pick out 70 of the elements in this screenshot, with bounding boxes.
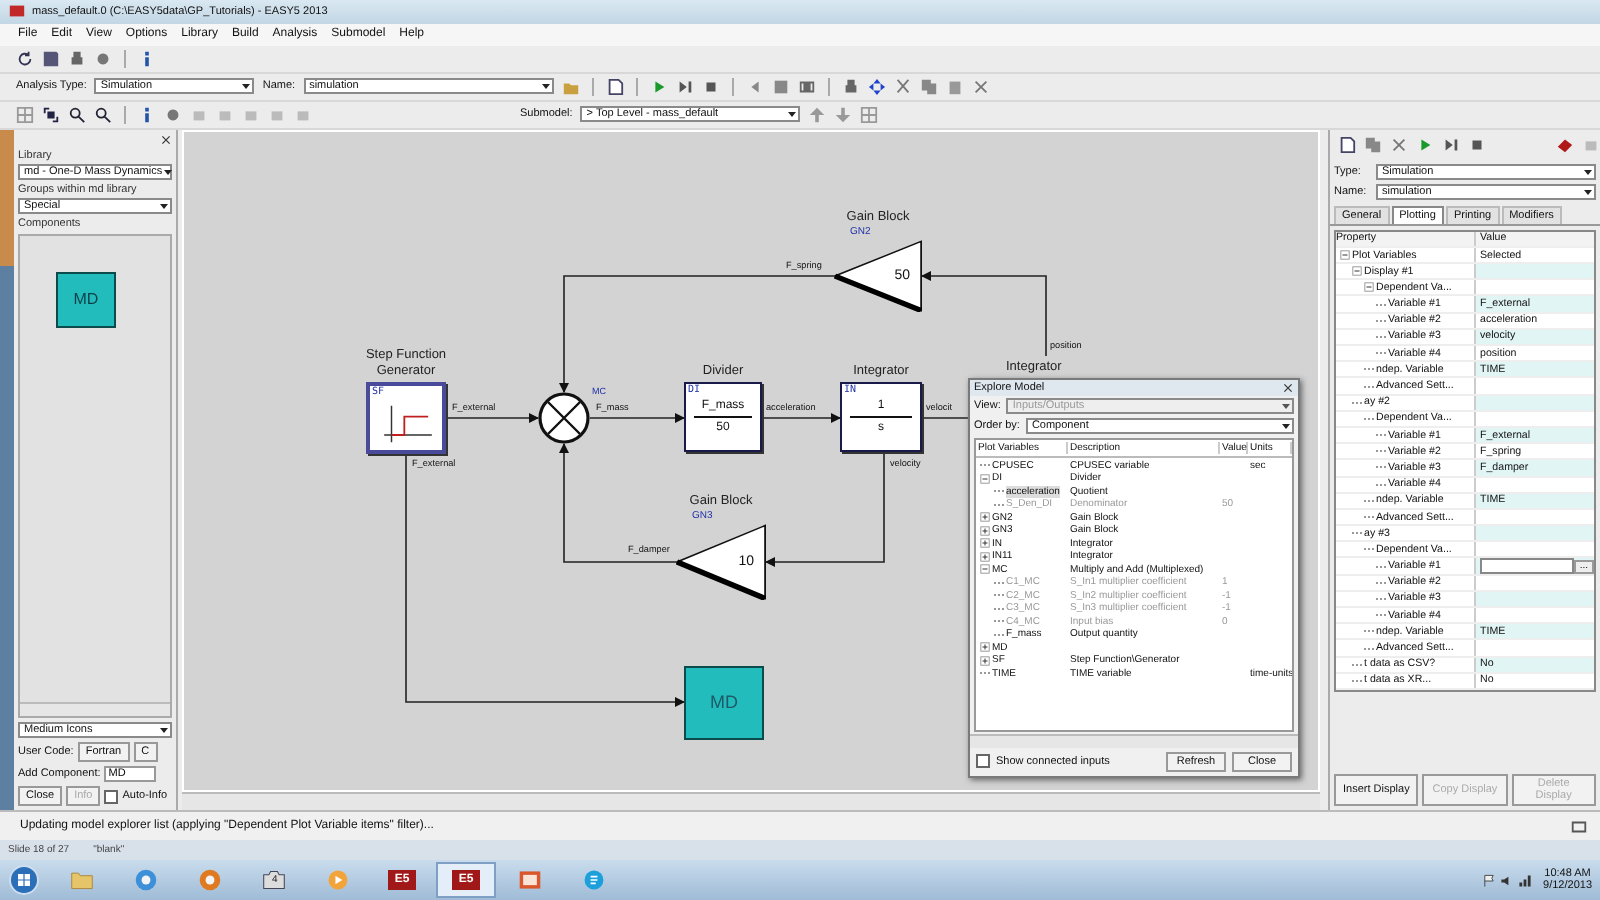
collapse-toggle[interactable] — [980, 473, 990, 484]
value-field[interactable] — [1480, 558, 1574, 575]
network-icon[interactable] — [1517, 873, 1532, 888]
signal-line — [445, 412, 539, 423]
caret-icon — [240, 80, 253, 93]
step-graph-icon — [378, 401, 438, 446]
close-icon[interactable] — [1282, 381, 1294, 394]
circular-arrow-icon[interactable] — [16, 49, 34, 68]
step-icon[interactable] — [675, 77, 694, 96]
expand-toggle[interactable] — [980, 538, 990, 549]
globe-icon — [198, 868, 222, 893]
folder-icon — [70, 868, 94, 893]
search-icon[interactable] — [68, 105, 86, 124]
expand-toggle[interactable] — [980, 642, 990, 653]
speech-bubble-icon — [582, 868, 606, 893]
signal-line — [761, 412, 841, 423]
signal-line — [921, 270, 1047, 357]
play-icon — [326, 868, 350, 893]
presentation-icon — [518, 868, 542, 893]
flag-icon[interactable] — [1481, 873, 1496, 888]
caret-icon — [158, 724, 170, 737]
collapse-toggle[interactable] — [1364, 282, 1374, 293]
collapse-toggle[interactable] — [980, 564, 990, 575]
grid-icon[interactable] — [16, 105, 34, 124]
value-cell[interactable] — [1476, 264, 1594, 279]
stop-icon[interactable] — [1468, 136, 1486, 155]
expand-toggle[interactable] — [980, 655, 990, 666]
globe-icon — [134, 868, 158, 893]
four-arrows-icon[interactable] — [867, 77, 886, 96]
speaker-icon[interactable] — [1499, 873, 1514, 888]
summing-junction-icon[interactable] — [538, 391, 590, 444]
scrollbar[interactable] — [182, 792, 1320, 811]
collapse-toggle[interactable] — [1352, 266, 1362, 277]
expand-toggle[interactable] — [980, 525, 990, 536]
caret-icon — [539, 80, 552, 93]
caret-icon — [162, 165, 175, 178]
grid-icon[interactable] — [860, 105, 879, 124]
scrollbar[interactable] — [20, 702, 170, 717]
scrollbar[interactable] — [970, 733, 1298, 748]
value-cell[interactable] — [1476, 526, 1594, 541]
printer-icon[interactable] — [68, 49, 86, 68]
copy-icon[interactable] — [919, 77, 938, 96]
collapse-toggle[interactable] — [1340, 250, 1350, 260]
app-icon — [8, 2, 26, 21]
caret-icon — [786, 108, 799, 121]
checkbox[interactable] — [976, 754, 990, 769]
down-arrow-icon[interactable] — [834, 105, 853, 124]
document-icon[interactable] — [1338, 136, 1356, 155]
square-icon[interactable] — [771, 77, 790, 96]
panel-icon[interactable] — [1570, 817, 1588, 836]
camera-icon — [262, 868, 286, 893]
close-icon[interactable] — [160, 133, 172, 146]
copy-icon[interactable] — [1364, 136, 1382, 155]
film-icon[interactable] — [797, 77, 816, 96]
expand-toggle[interactable] — [980, 512, 990, 523]
printer-icon[interactable] — [841, 77, 860, 96]
signal-line — [765, 450, 885, 567]
search-icon[interactable] — [94, 105, 112, 124]
play-icon[interactable] — [1416, 136, 1434, 155]
stop-icon[interactable] — [701, 77, 720, 96]
step-icon[interactable] — [1442, 136, 1460, 155]
expand-toggle[interactable] — [980, 551, 990, 562]
caret-icon — [158, 199, 170, 212]
fit-icon[interactable] — [42, 105, 60, 124]
signal-line — [589, 412, 685, 423]
up-arrow-icon[interactable] — [808, 105, 827, 124]
start-button[interactable] — [8, 864, 40, 897]
checkbox[interactable] — [104, 789, 119, 804]
signal-line — [921, 416, 969, 419]
component-tile[interactable]: MD — [56, 271, 116, 328]
